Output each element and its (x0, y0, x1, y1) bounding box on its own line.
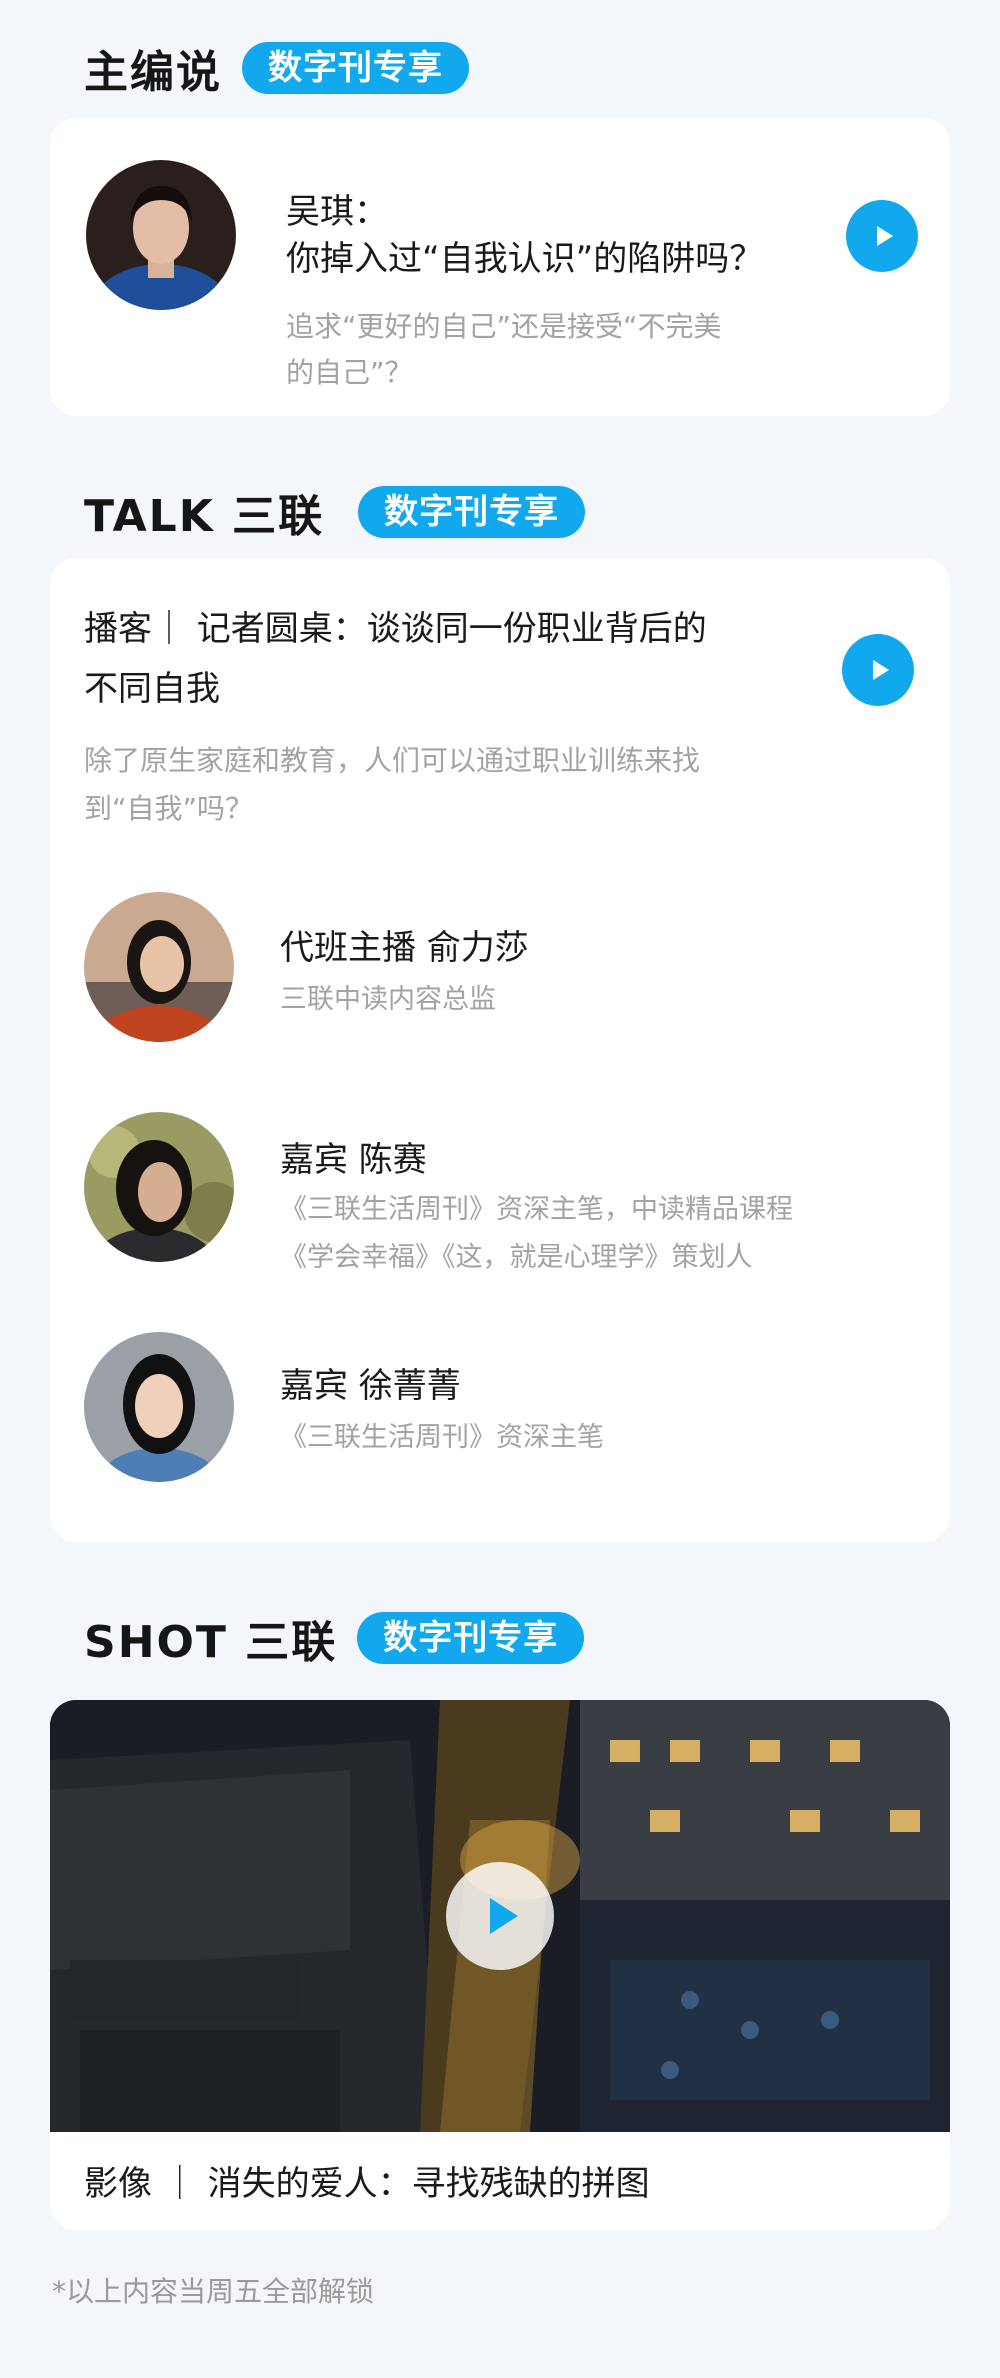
guest-desc: 《学会幸福》《这，就是心理学》策划人 (280, 1242, 753, 1273)
avatar-yu-lisha (84, 892, 234, 1042)
podcast-subtitle-line1: 除了原生家庭和教育，人们可以通过职业训练来找 (84, 744, 701, 777)
editor-subtitle-line2: 的自己”？ (286, 356, 413, 389)
play-button-podcast[interactable] (842, 634, 914, 706)
talk-card[interactable]: 播客｜ 记者圆桌：谈谈同一份职业背后的 不同自我 除了原生家庭和教育，人们可以通… (50, 558, 950, 1542)
unlock-footnote: *以上内容当周五全部解锁 (52, 2275, 375, 2308)
digital-exclusive-badge: 数字刊专享 (357, 1612, 585, 1664)
avatar-xu-jingjing (84, 1332, 234, 1482)
section-title-shot: SHOT 三联 (84, 1617, 338, 1668)
editor-subtitle-line1: 追求“更好的自己”还是接受“不完美 (286, 310, 722, 343)
night-street-photo[interactable] (50, 1700, 950, 2132)
play-icon (872, 660, 889, 680)
talk-section-header: TALK 三联 数字刊专享 (84, 480, 586, 544)
section-title-talk: TALK 三联 (84, 491, 325, 542)
play-icon (876, 226, 893, 246)
podcast-subtitle-line2: 到“自我”吗？ (84, 792, 254, 825)
digital-exclusive-badge: 数字刊专享 (358, 486, 586, 538)
avatar-wu-qi (86, 160, 236, 310)
guest-name: 嘉宾 陈赛 (280, 1140, 427, 1180)
editor-headline[interactable]: 你掉入过“自我认识”的陷阱吗？ (286, 230, 763, 288)
play-button-editor[interactable] (846, 200, 918, 272)
section-title-editor: 主编说 (84, 47, 222, 98)
guest-desc: 《三联生活周刊》资深主笔 (280, 1422, 604, 1453)
editor-section-header: 主编说 数字刊专享 (84, 36, 469, 100)
shot-section-header: SHOT 三联 数字刊专享 (84, 1606, 585, 1670)
podcast-headline-line2[interactable]: 不同自我 (84, 660, 220, 718)
author-name: 吴琪： (286, 192, 388, 232)
shot-caption[interactable]: 影像 ｜ 消失的爱人：寻找残缺的拼图 (84, 2156, 650, 2205)
video-play-button[interactable] (446, 1862, 554, 1970)
avatar-chen-sai (84, 1112, 234, 1262)
shot-card[interactable]: 影像 ｜ 消失的爱人：寻找残缺的拼图 (50, 1700, 950, 2230)
podcast-headline-line1[interactable]: 播客｜ 记者圆桌：谈谈同一份职业背后的 (84, 600, 707, 658)
guest-desc: 三联中读内容总监 (280, 984, 496, 1015)
guest-desc: 《三联生活周刊》资深主笔，中读精品课程 (280, 1194, 793, 1225)
guest-name: 代班主播 俞力莎 (280, 928, 529, 968)
guest-name: 嘉宾 徐菁菁 (280, 1366, 461, 1406)
play-icon (490, 1898, 518, 1934)
editor-card[interactable]: 吴琪： 你掉入过“自我认识”的陷阱吗？ 追求“更好的自己”还是接受“不完美 的自… (50, 118, 950, 416)
digital-exclusive-badge: 数字刊专享 (242, 42, 469, 94)
